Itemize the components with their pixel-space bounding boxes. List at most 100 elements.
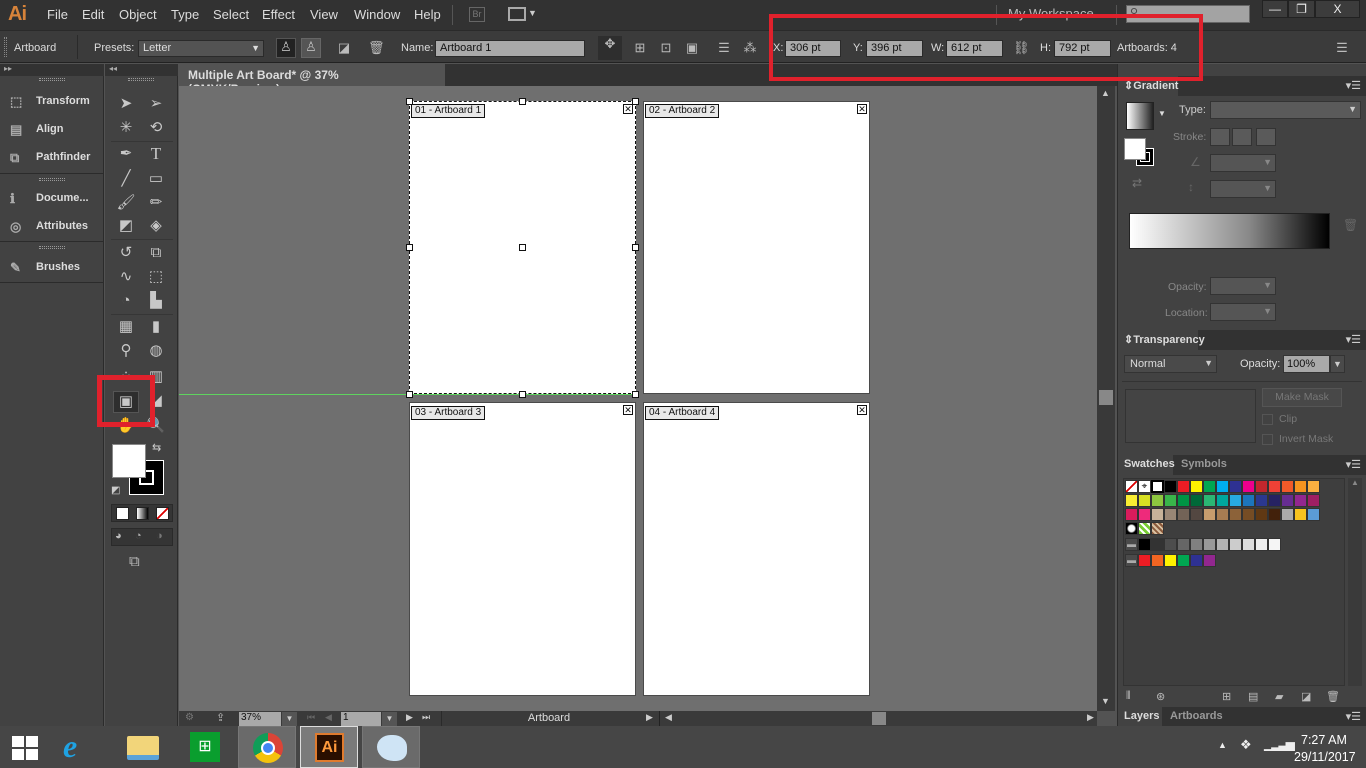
eraser-tool-icon[interactable]: ◈ — [145, 216, 167, 236]
center-point[interactable] — [519, 244, 526, 251]
swatch[interactable] — [1294, 494, 1307, 507]
menu-effect[interactable]: Effect — [262, 7, 295, 22]
swatch[interactable] — [1151, 554, 1164, 567]
panel-pathfinder[interactable]: ⧉ Pathfinder — [10, 150, 90, 165]
scroll-up-icon[interactable]: ▲ — [1348, 478, 1362, 487]
internet-explorer-icon[interactable]: e — [63, 728, 77, 765]
stroke-across-button[interactable] — [1256, 128, 1276, 146]
swatch[interactable] — [1268, 508, 1281, 521]
new-artboard-icon[interactable]: ◪ — [336, 40, 352, 56]
arrange-documents-icon[interactable] — [508, 7, 526, 21]
swatch[interactable] — [1255, 538, 1268, 551]
swatch[interactable] — [1190, 508, 1203, 521]
menu-file[interactable]: File — [47, 7, 68, 22]
free-transform-tool-icon[interactable]: ⬚ — [145, 267, 167, 287]
gradient-fill-swatch[interactable] — [1124, 138, 1146, 160]
zoom-input[interactable]: 37% — [239, 712, 281, 726]
swatch[interactable] — [1125, 508, 1138, 521]
landscape-icon[interactable]: ♙ — [301, 38, 321, 58]
last-artboard-icon[interactable]: ⏭ — [422, 712, 430, 723]
panel-menu-icon[interactable]: ▾☰ — [1346, 79, 1361, 92]
first-artboard-icon[interactable]: ⏮ — [307, 712, 315, 723]
panel-grip[interactable] — [128, 78, 154, 81]
delete-artboard-icon[interactable]: ✕ — [857, 104, 867, 114]
none-mode-icon[interactable] — [156, 507, 169, 520]
swatch[interactable] — [1216, 494, 1229, 507]
canvas[interactable]: 01 - Artboard 1 ✕ 02 - Artboard 2 ✕ 03 -… — [179, 86, 1097, 711]
zoom-dropdown-icon[interactable]: ▼ — [282, 712, 297, 726]
scroll-up-icon[interactable]: ▲ — [1101, 88, 1110, 98]
swatch-registration[interactable]: ⌖ — [1138, 480, 1151, 493]
share-icon[interactable]: ⇪ — [216, 711, 225, 724]
clip-checkbox[interactable] — [1262, 414, 1273, 425]
artboard-options-list-icon[interactable]: ☰ — [716, 40, 732, 56]
show-center-mark-icon[interactable]: ⊡ — [658, 40, 674, 56]
swatches-scrollbar[interactable]: ▲ — [1348, 478, 1362, 686]
swatch[interactable] — [1190, 480, 1203, 493]
swatch[interactable] — [1203, 508, 1216, 521]
network-icon[interactable]: ▁▂▃▅ — [1264, 737, 1295, 751]
menu-type[interactable]: Type — [171, 7, 199, 22]
swatch-white[interactable] — [1151, 480, 1164, 493]
swatch[interactable] — [1242, 494, 1255, 507]
make-mask-button[interactable]: Make Mask — [1262, 388, 1342, 407]
show-kinds-icon[interactable]: ⊞ — [1222, 690, 1231, 703]
pen-tool-icon[interactable]: ✒ — [115, 144, 137, 164]
swatch[interactable] — [1229, 480, 1242, 493]
gradient-preview-swatch[interactable] — [1126, 102, 1154, 130]
color-mode-icon[interactable] — [116, 507, 129, 520]
invert-mask-checkbox[interactable] — [1262, 434, 1273, 445]
swatch[interactable] — [1177, 554, 1190, 567]
swatch[interactable] — [1281, 480, 1294, 493]
swatch[interactable] — [1281, 494, 1294, 507]
panel-menu-icon[interactable]: ▾☰ — [1346, 710, 1361, 723]
resize-handle[interactable] — [632, 244, 639, 251]
resize-handle[interactable] — [406, 244, 413, 251]
swatch[interactable] — [1281, 508, 1294, 521]
swatch[interactable] — [1294, 508, 1307, 521]
blend-mode-select[interactable]: Normal ▼ — [1124, 355, 1217, 373]
blend-tool-icon[interactable]: ◍ — [145, 341, 167, 361]
swatch[interactable] — [1151, 538, 1164, 551]
fill-swatch[interactable] — [112, 444, 146, 478]
blob-brush-tool-icon[interactable]: ◩ — [115, 216, 137, 236]
artboard-options-icon[interactable]: ⊞ — [632, 40, 648, 56]
gradient-type-select[interactable]: ▼ — [1210, 101, 1361, 119]
scroll-thumb[interactable] — [872, 712, 886, 725]
swatch[interactable] — [1190, 494, 1203, 507]
panel-document-info[interactable]: ℹ Docume... — [10, 191, 89, 206]
opacity-input[interactable]: 100% — [1283, 355, 1330, 373]
stop-opacity-input[interactable]: ▼ — [1210, 277, 1276, 295]
presets-select[interactable]: Letter ▼ — [138, 40, 264, 57]
swatch[interactable] — [1138, 538, 1151, 551]
artboard-label[interactable]: 01 - Artboard 1 — [411, 104, 486, 118]
gradient-mode-icon[interactable] — [136, 507, 149, 520]
default-fill-stroke-icon[interactable]: ◩ — [111, 485, 120, 496]
swatch[interactable] — [1164, 538, 1177, 551]
scroll-left-icon[interactable]: ◀ — [665, 712, 672, 723]
layers-tab[interactable]: Layers — [1118, 707, 1162, 727]
stop-location-input[interactable]: ▼ — [1210, 303, 1276, 321]
swatch[interactable] — [1268, 494, 1281, 507]
panel-attributes[interactable]: ◎ Attributes — [10, 219, 88, 234]
show-hidden-icons-icon[interactable]: ▲ — [1218, 740, 1227, 750]
reference-point-icon[interactable]: ⁂ — [742, 40, 758, 56]
swatch[interactable] — [1255, 480, 1268, 493]
delete-artboard-icon[interactable]: ✕ — [623, 104, 633, 114]
swatch[interactable] — [1164, 554, 1177, 567]
restore-button[interactable]: ❐ — [1288, 0, 1315, 18]
panel-menu-icon[interactable]: ▾☰ — [1346, 458, 1361, 471]
swatch[interactable] — [1255, 494, 1268, 507]
resize-handle[interactable] — [519, 98, 526, 105]
panel-menu-icon[interactable]: ☰ — [1334, 40, 1350, 56]
swatch[interactable] — [1268, 538, 1281, 551]
swatch[interactable] — [1177, 538, 1190, 551]
swap-fill-stroke-icon[interactable]: ⇆ — [152, 441, 161, 454]
folder-icon[interactable]: ▬ — [1125, 538, 1138, 551]
swatch[interactable] — [1203, 494, 1216, 507]
collapse-tools-icon[interactable]: ◂◂ — [105, 64, 178, 76]
document-tab[interactable]: Multiple Art Board* @ 37% (CMYK/Preview)… — [179, 64, 445, 96]
aspect-ratio-input[interactable]: ▼ — [1210, 180, 1276, 198]
start-button[interactable] — [12, 736, 38, 760]
swatch[interactable] — [1151, 508, 1164, 521]
